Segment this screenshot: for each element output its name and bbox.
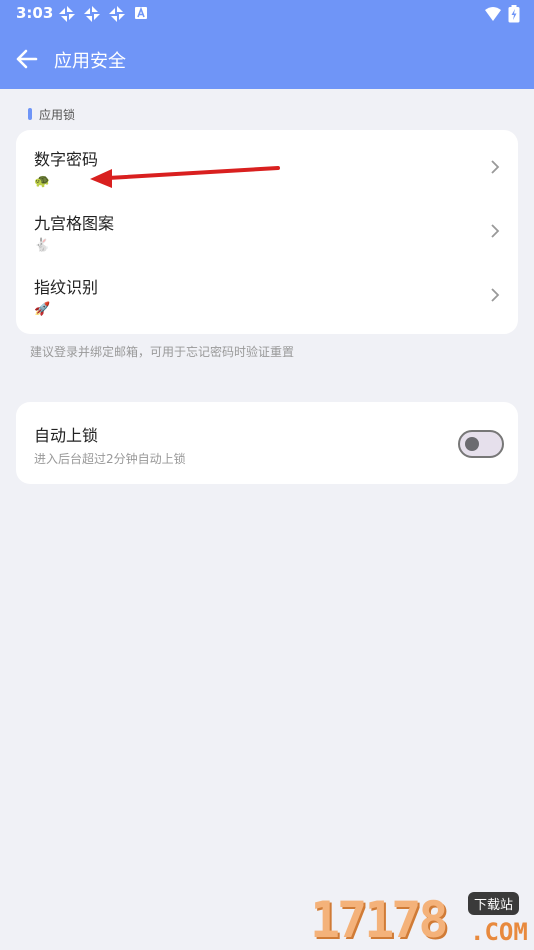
sync-icon	[84, 6, 100, 22]
rabbit-icon: 🐇	[34, 238, 51, 253]
watermark-tag: 下载站	[468, 892, 520, 915]
chevron-right-icon	[491, 224, 500, 238]
auto-lock-toggle[interactable]	[458, 430, 504, 458]
turtle-icon: 🐢	[34, 174, 51, 189]
lock-methods-card: 数字密码 🐢 九宫格图案 🐇 指纹识别 🚀	[16, 130, 518, 334]
status-bar: 3:03	[0, 0, 534, 28]
watermark-digits: 17178	[310, 891, 449, 949]
wifi-icon	[485, 7, 501, 21]
section-label-app-lock: 应用锁	[28, 106, 75, 122]
auto-lock-title: 自动上锁	[34, 426, 99, 445]
a-badge-icon	[135, 6, 147, 19]
sync-icon	[59, 6, 75, 22]
lock-item-fingerprint[interactable]: 指纹识别 🚀	[16, 258, 518, 322]
status-time: 3:03	[16, 4, 54, 22]
watermark-domain: .COM	[470, 918, 528, 946]
chevron-right-icon	[491, 288, 500, 302]
section-accent-bar	[28, 108, 32, 120]
email-binding-hint: 建议登录并绑定邮箱，可用于忘记密码时验证重置	[30, 345, 295, 359]
auto-lock-subtitle: 进入后台超过2分钟自动上锁	[34, 452, 186, 466]
lock-item-pattern[interactable]: 九宫格图案 🐇	[16, 194, 518, 258]
auto-lock-card: 自动上锁 进入后台超过2分钟自动上锁	[16, 402, 518, 484]
back-arrow-icon[interactable]	[14, 46, 40, 72]
section-label-text: 应用锁	[39, 107, 76, 122]
chevron-right-icon	[491, 160, 500, 174]
lock-item-numeric-password[interactable]: 数字密码 🐢	[16, 130, 518, 194]
rocket-icon: 🚀	[34, 302, 51, 317]
lock-item-title: 九宫格图案	[34, 214, 115, 233]
sync-icon	[109, 6, 125, 22]
status-system-icons	[484, 5, 520, 23]
lock-item-title: 数字密码	[34, 150, 99, 169]
page-title: 应用安全	[54, 51, 126, 72]
status-notification-icons	[58, 5, 149, 23]
toggle-knob	[465, 437, 479, 451]
battery-charging-icon	[508, 5, 520, 23]
app-header: 3:03 应用安全	[0, 0, 534, 89]
site-watermark: 17178 下载站 .COM	[310, 888, 534, 950]
lock-item-title: 指纹识别	[34, 278, 99, 297]
